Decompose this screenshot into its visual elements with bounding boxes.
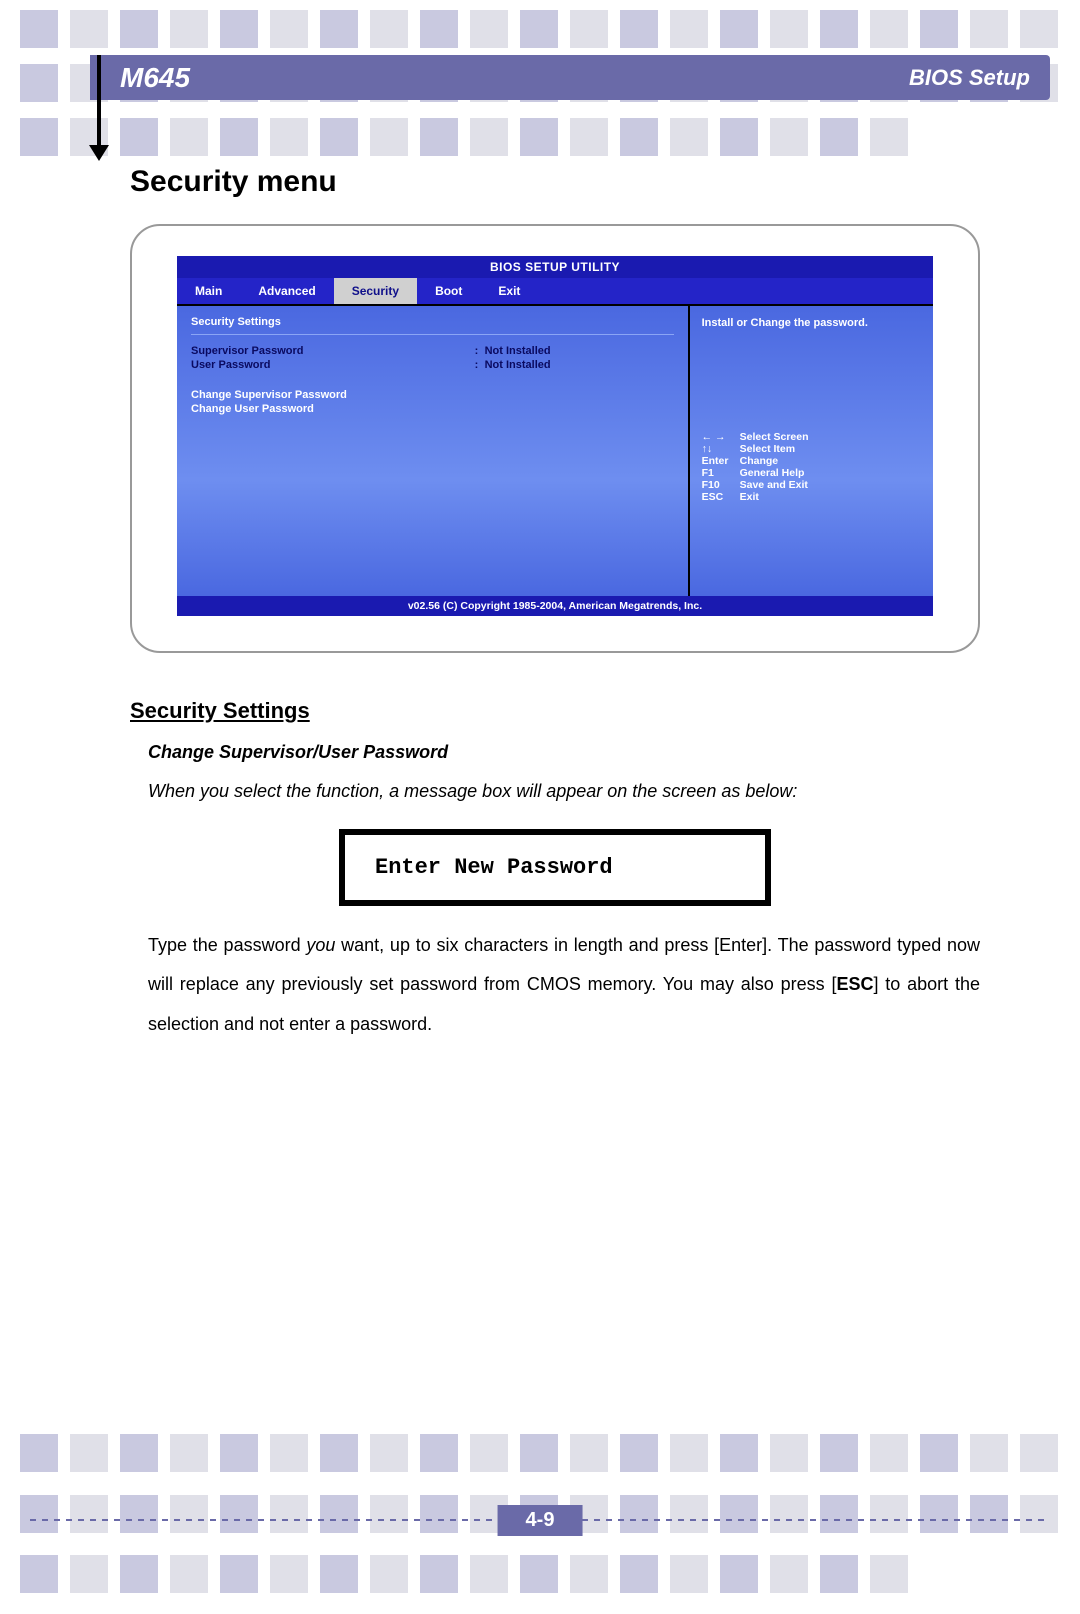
bios-right-panel: Install or Change the password. ← →Selec… <box>690 306 933 596</box>
text: Type the password <box>148 935 306 955</box>
section-label: BIOS Setup <box>909 65 1030 91</box>
key: ↑↓ <box>702 443 740 455</box>
bios-key-legend: ← →Select Screen ↑↓Select Item EnterChan… <box>702 431 921 503</box>
bios-title: BIOS SETUP UTILITY <box>177 256 933 278</box>
bios-tab-main[interactable]: Main <box>177 278 240 304</box>
bios-tab-boot[interactable]: Boot <box>417 278 480 304</box>
page-number: 4-9 <box>498 1505 583 1536</box>
bios-link-change-user[interactable]: Change User Password <box>191 403 674 415</box>
key: F10 <box>702 479 740 491</box>
bios-tab-exit[interactable]: Exit <box>480 278 538 304</box>
bios-left-panel: Security Settings Supervisor Password : … <box>177 306 690 596</box>
bios-row-key: User Password <box>191 359 475 371</box>
bios-row-user: User Password : Not Installed <box>191 359 674 371</box>
bios-row-value: Not Installed <box>485 359 674 371</box>
key: Enter <box>702 455 740 467</box>
paragraph-2: Type the password you want, up to six ch… <box>148 926 980 1045</box>
bios-screen: BIOS SETUP UTILITY Main Advanced Securit… <box>177 256 933 616</box>
key: F1 <box>702 467 740 479</box>
key: ← → <box>702 431 740 443</box>
model-label: M645 <box>120 62 190 94</box>
bios-row-supervisor: Supervisor Password : Not Installed <box>191 345 674 357</box>
bios-screenshot-card: BIOS SETUP UTILITY Main Advanced Securit… <box>130 224 980 653</box>
key-action: Exit <box>740 491 759 503</box>
bios-tab-security[interactable]: Security <box>334 278 417 304</box>
password-box: Enter New Password <box>339 829 771 906</box>
bios-help-text: Install or Change the password. <box>702 316 921 331</box>
key-action: Select Screen <box>740 431 809 443</box>
bios-link-change-supervisor[interactable]: Change Supervisor Password <box>191 389 674 401</box>
text-strong: ESC <box>836 974 873 994</box>
colon: : <box>475 359 485 371</box>
section-heading: Security Settings <box>130 698 980 724</box>
bios-panel-heading: Security Settings <box>191 316 674 335</box>
key-action: Save and Exit <box>740 479 808 491</box>
key-action: Change <box>740 455 779 467</box>
bios-tab-advanced[interactable]: Advanced <box>240 278 333 304</box>
page-title: Security menu <box>130 165 980 199</box>
paragraph-1: When you select the function, a message … <box>148 773 980 811</box>
arrow-down-icon <box>89 145 109 161</box>
text-emph: you <box>306 935 335 955</box>
bios-footer: v02.56 (C) Copyright 1985-2004, American… <box>177 596 933 616</box>
key-action: General Help <box>740 467 805 479</box>
key-action: Select Item <box>740 443 795 455</box>
sub-heading: Change Supervisor/User Password <box>148 742 980 763</box>
page-header: M645 BIOS Setup <box>90 55 1050 100</box>
colon: : <box>475 345 485 357</box>
bios-row-value: Not Installed <box>485 345 674 357</box>
bios-menubar: Main Advanced Security Boot Exit <box>177 278 933 306</box>
bios-row-key: Supervisor Password <box>191 345 475 357</box>
key: ESC <box>702 491 740 503</box>
header-side-line <box>97 55 101 150</box>
